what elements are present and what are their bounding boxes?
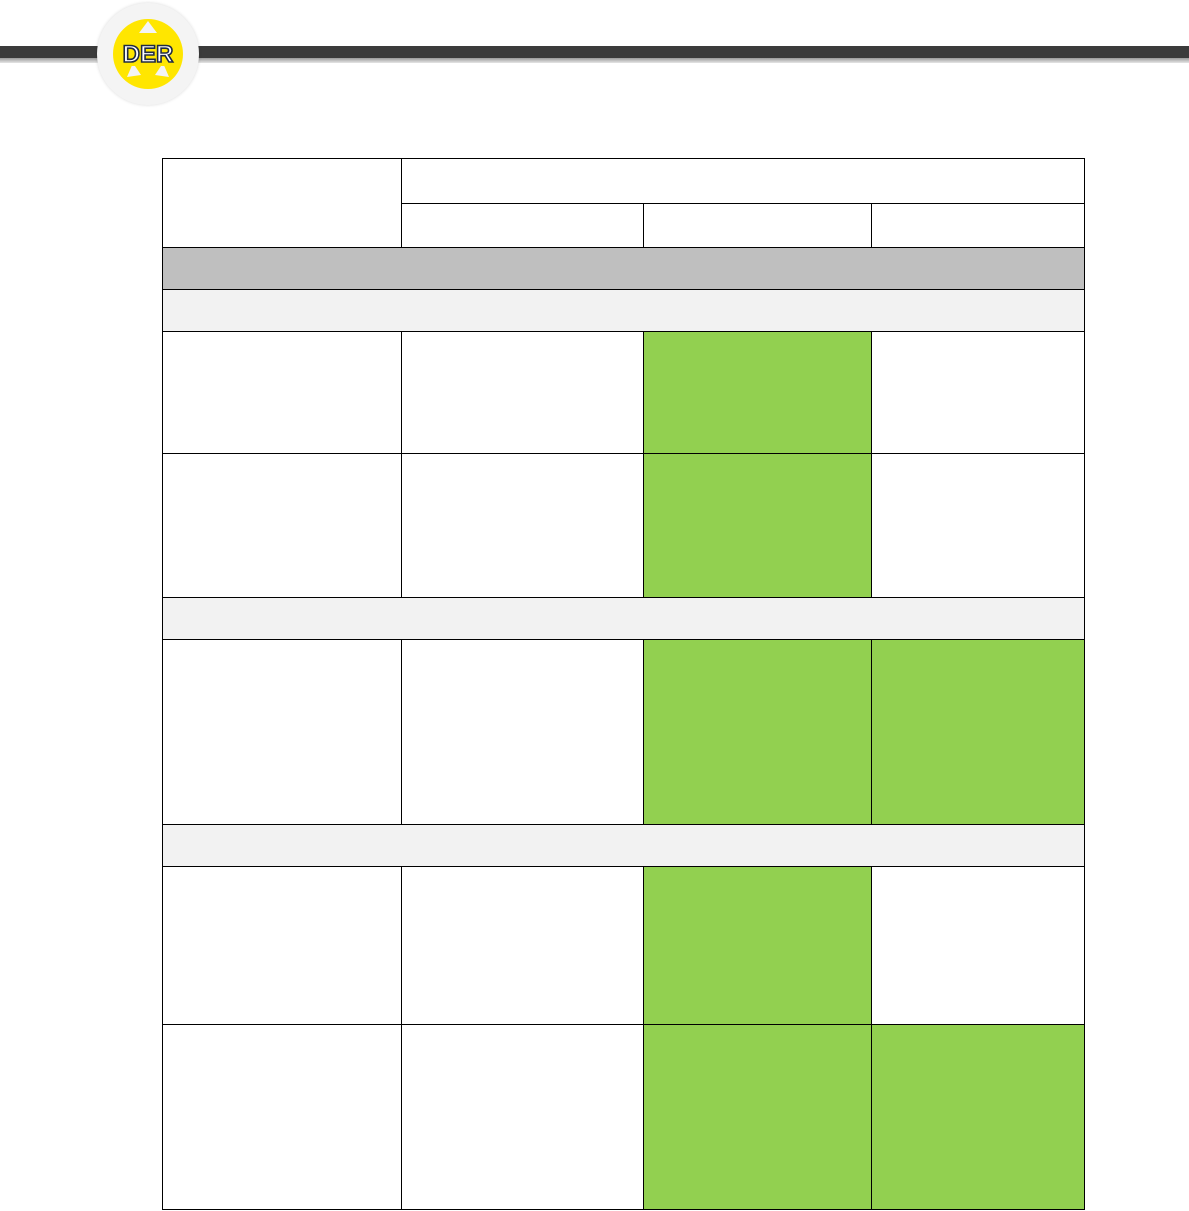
table-cell bbox=[643, 1024, 872, 1210]
table-row bbox=[162, 453, 1086, 598]
group-cell bbox=[161, 824, 1086, 867]
table-row bbox=[162, 639, 1086, 825]
table-cell bbox=[870, 331, 1086, 454]
table-row bbox=[162, 1024, 1086, 1210]
table-row bbox=[162, 866, 1086, 1025]
group-cell bbox=[161, 289, 1086, 332]
group-row bbox=[161, 597, 1086, 640]
header-corner-cell bbox=[162, 158, 402, 248]
der-logo-icon: DER bbox=[113, 19, 183, 89]
table-cell bbox=[870, 866, 1086, 1025]
table-cell bbox=[401, 453, 644, 598]
table-cell bbox=[643, 331, 872, 454]
table-cell bbox=[643, 866, 872, 1025]
subheader-cell-1 bbox=[401, 203, 644, 248]
table-cell bbox=[162, 1024, 402, 1210]
table-cell bbox=[643, 639, 872, 825]
table-cell bbox=[401, 866, 644, 1025]
section-cell bbox=[161, 247, 1086, 290]
table-cell bbox=[401, 1024, 644, 1210]
svg-text:DER: DER bbox=[123, 41, 174, 68]
section-row bbox=[161, 247, 1086, 290]
header-span-cell bbox=[400, 158, 1086, 204]
table-cell bbox=[870, 639, 1086, 825]
table-cell bbox=[162, 866, 402, 1025]
table-cell bbox=[162, 453, 402, 598]
subheader-cell-3 bbox=[870, 203, 1086, 248]
table-cell bbox=[401, 639, 644, 825]
subheader-cell-2 bbox=[643, 203, 872, 248]
table-row bbox=[162, 331, 1086, 454]
table-cell bbox=[870, 1024, 1086, 1210]
group-row bbox=[161, 289, 1086, 332]
table-cell bbox=[401, 331, 644, 454]
data-table bbox=[161, 158, 1086, 1210]
der-logo: DER bbox=[97, 3, 199, 105]
table-cell bbox=[162, 639, 402, 825]
group-row bbox=[161, 824, 1086, 867]
table-cell bbox=[870, 453, 1086, 598]
table-cell bbox=[643, 453, 872, 598]
table-header-row bbox=[162, 158, 1086, 248]
group-cell bbox=[161, 597, 1086, 640]
document-page: DER bbox=[0, 0, 1189, 1211]
table-cell bbox=[162, 331, 402, 454]
